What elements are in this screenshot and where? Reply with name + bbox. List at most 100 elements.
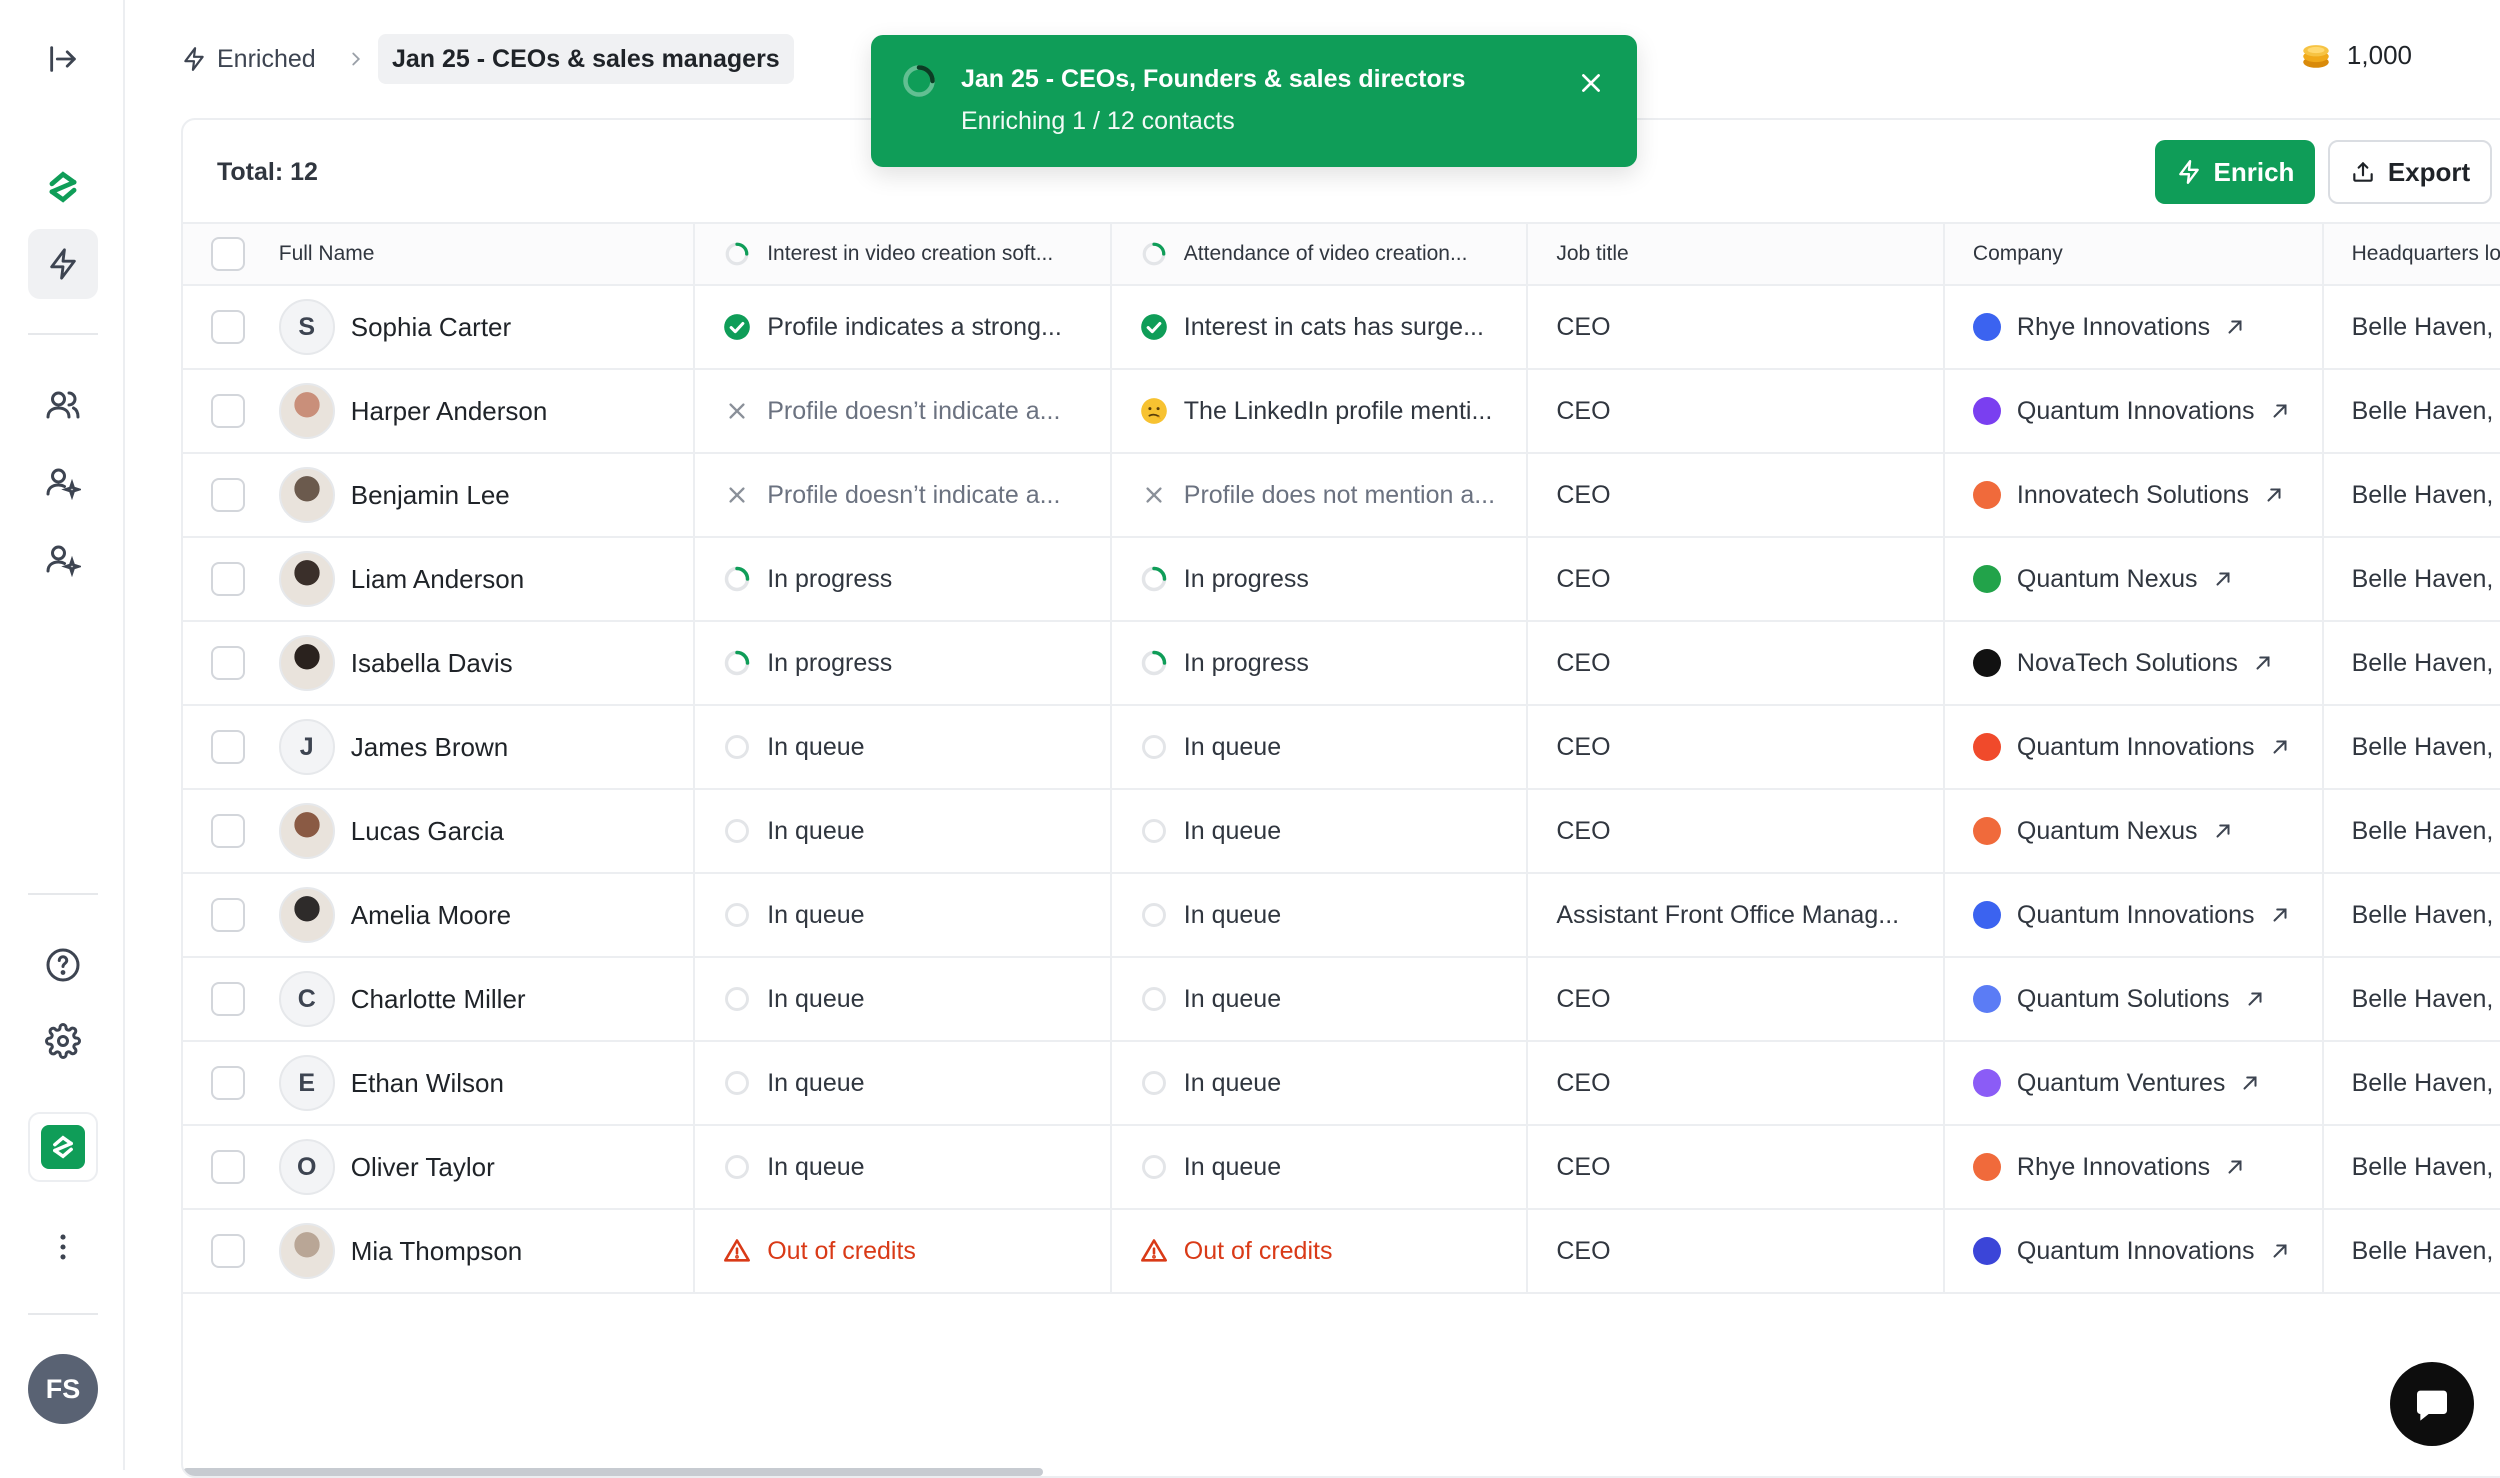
external-link-arrow-icon[interactable] xyxy=(2269,1240,2291,1262)
name-cell[interactable]: Isabella Davis xyxy=(278,622,696,704)
table-row[interactable]: Liam Anderson In progress In progress CEO Qu… xyxy=(183,538,2500,622)
company-cell[interactable]: Quantum Innovations xyxy=(1945,1210,2324,1292)
attendance-cell[interactable]: In queue xyxy=(1112,874,1529,956)
nav-contacts-icon[interactable] xyxy=(28,370,98,440)
table-row[interactable]: Amelia Moore In queue In queue Assistant Fr… xyxy=(183,874,2500,958)
table-row[interactable]: Harper Anderson Profile doesn’t indicate … xyxy=(183,370,2500,454)
column-header-job-title[interactable]: Job title xyxy=(1528,224,1945,284)
attendance-cell[interactable]: In progress xyxy=(1112,622,1529,704)
interest-cell[interactable]: In queue xyxy=(695,874,1112,956)
table-row[interactable]: S Sophia Carter Profile indicates a strong… xyxy=(183,286,2500,370)
attendance-cell[interactable]: Out of credits xyxy=(1112,1210,1529,1292)
name-cell[interactable]: J James Brown xyxy=(278,706,696,788)
name-cell[interactable]: Mia Thompson xyxy=(278,1210,696,1292)
column-header-attendance[interactable]: Attendance of video creation... xyxy=(1112,224,1529,284)
interest-cell[interactable]: Profile doesn’t indicate a... xyxy=(695,454,1112,536)
name-cell[interactable]: E Ethan Wilson xyxy=(278,1042,696,1124)
external-link-arrow-icon[interactable] xyxy=(2252,652,2274,674)
table-row[interactable]: C Charlotte Miller In queue In queue CEO Quan… xyxy=(183,958,2500,1042)
name-cell[interactable]: Benjamin Lee xyxy=(278,454,696,536)
interest-cell[interactable]: Profile doesn’t indicate a... xyxy=(695,370,1112,452)
external-link-arrow-icon[interactable] xyxy=(2269,400,2291,422)
external-link-arrow-icon[interactable] xyxy=(2239,1072,2261,1094)
close-icon[interactable] xyxy=(1575,67,1607,99)
row-checkbox[interactable] xyxy=(211,478,245,512)
company-cell[interactable]: Quantum Innovations xyxy=(1945,370,2324,452)
interest-cell[interactable]: In queue xyxy=(695,958,1112,1040)
interest-cell[interactable]: In progress xyxy=(695,622,1112,704)
breadcrumb-enriched[interactable]: Enriched xyxy=(181,34,316,84)
external-link-arrow-icon[interactable] xyxy=(2224,1156,2246,1178)
attendance-cell[interactable]: In queue xyxy=(1112,1042,1529,1124)
nav-enrich-icon[interactable] xyxy=(28,229,98,299)
column-header-full-name[interactable]: Full Name xyxy=(279,224,696,284)
row-checkbox[interactable] xyxy=(211,1150,245,1184)
name-cell[interactable]: C Charlotte Miller xyxy=(278,958,696,1040)
row-checkbox[interactable] xyxy=(211,730,245,764)
external-link-arrow-icon[interactable] xyxy=(2212,568,2234,590)
brand-logo-icon[interactable] xyxy=(28,152,98,222)
attendance-cell[interactable]: In queue xyxy=(1112,958,1529,1040)
help-icon[interactable] xyxy=(28,930,98,1000)
name-cell[interactable]: S Sophia Carter xyxy=(278,286,696,368)
expand-sidebar-icon[interactable] xyxy=(28,24,98,94)
row-checkbox[interactable] xyxy=(211,1234,245,1268)
export-button[interactable]: Export xyxy=(2328,140,2492,204)
company-cell[interactable]: Innovatech Solutions xyxy=(1945,454,2324,536)
company-cell[interactable]: Quantum Nexus xyxy=(1945,538,2324,620)
table-row[interactable]: O Oliver Taylor In queue In queue CEO Rhye In… xyxy=(183,1126,2500,1210)
name-cell[interactable]: Amelia Moore xyxy=(278,874,696,956)
company-cell[interactable]: Rhye Innovations xyxy=(1945,1126,2324,1208)
company-cell[interactable]: NovaTech Solutions xyxy=(1945,622,2324,704)
attendance-cell[interactable]: Interest in cats has surge... xyxy=(1112,286,1529,368)
row-checkbox[interactable] xyxy=(211,310,245,344)
company-cell[interactable]: Quantum Nexus xyxy=(1945,790,2324,872)
table-row[interactable]: Lucas Garcia In queue In queue CEO Quantum N… xyxy=(183,790,2500,874)
external-link-arrow-icon[interactable] xyxy=(2224,316,2246,338)
company-cell[interactable]: Quantum Solutions xyxy=(1945,958,2324,1040)
attendance-cell[interactable]: In queue xyxy=(1112,790,1529,872)
enrich-button[interactable]: Enrich xyxy=(2155,140,2315,204)
external-link-arrow-icon[interactable] xyxy=(2269,904,2291,926)
company-cell[interactable]: Quantum Innovations xyxy=(1945,874,2324,956)
row-checkbox[interactable] xyxy=(211,1066,245,1100)
attendance-cell[interactable]: In progress xyxy=(1112,538,1529,620)
external-link-arrow-icon[interactable] xyxy=(2263,484,2285,506)
external-link-arrow-icon[interactable] xyxy=(2212,820,2234,842)
nav-find-people-icon[interactable] xyxy=(28,447,98,517)
interest-cell[interactable]: Out of credits xyxy=(695,1210,1112,1292)
table-row[interactable]: J James Brown In queue In queue CEO Quantum I… xyxy=(183,706,2500,790)
interest-cell[interactable]: In queue xyxy=(695,706,1112,788)
attendance-cell[interactable]: In queue xyxy=(1112,1126,1529,1208)
user-avatar[interactable]: FS xyxy=(28,1354,98,1424)
table-row[interactable]: Mia Thompson Out of credits Out of credits… xyxy=(183,1210,2500,1294)
interest-cell[interactable]: In progress xyxy=(695,538,1112,620)
more-vertical-icon[interactable] xyxy=(28,1212,98,1282)
name-cell[interactable]: O Oliver Taylor xyxy=(278,1126,696,1208)
external-link-arrow-icon[interactable] xyxy=(2269,736,2291,758)
interest-cell[interactable]: Profile indicates a strong... xyxy=(695,286,1112,368)
row-checkbox[interactable] xyxy=(211,394,245,428)
row-checkbox[interactable] xyxy=(211,982,245,1016)
attendance-cell[interactable]: The LinkedIn profile menti... xyxy=(1112,370,1529,452)
row-checkbox[interactable] xyxy=(211,814,245,848)
company-cell[interactable]: Quantum Innovations xyxy=(1945,706,2324,788)
attendance-cell[interactable]: Profile does not mention a... xyxy=(1112,454,1529,536)
interest-cell[interactable]: In queue xyxy=(695,1042,1112,1124)
interest-cell[interactable]: In queue xyxy=(695,790,1112,872)
credits-balance[interactable]: 1,000 xyxy=(2299,38,2412,72)
table-row[interactable]: Isabella Davis In progress In progress CEO N… xyxy=(183,622,2500,706)
nav-ai-people-icon[interactable] xyxy=(28,524,98,594)
select-all-checkbox[interactable] xyxy=(211,237,245,271)
name-cell[interactable]: Liam Anderson xyxy=(278,538,696,620)
name-cell[interactable]: Harper Anderson xyxy=(278,370,696,452)
company-cell[interactable]: Quantum Ventures xyxy=(1945,1042,2324,1124)
interest-cell[interactable]: In queue xyxy=(695,1126,1112,1208)
table-row[interactable]: Benjamin Lee Profile doesn’t indicate a..… xyxy=(183,454,2500,538)
column-header-hq-location[interactable]: Headquarters location xyxy=(2324,224,2500,284)
row-checkbox[interactable] xyxy=(211,562,245,596)
chat-bubble-icon[interactable] xyxy=(2390,1362,2474,1446)
external-link-arrow-icon[interactable] xyxy=(2244,988,2266,1010)
breadcrumb-current[interactable]: Jan 25 - CEOs & sales managers xyxy=(378,34,794,84)
column-header-company[interactable]: Company xyxy=(1945,224,2324,284)
